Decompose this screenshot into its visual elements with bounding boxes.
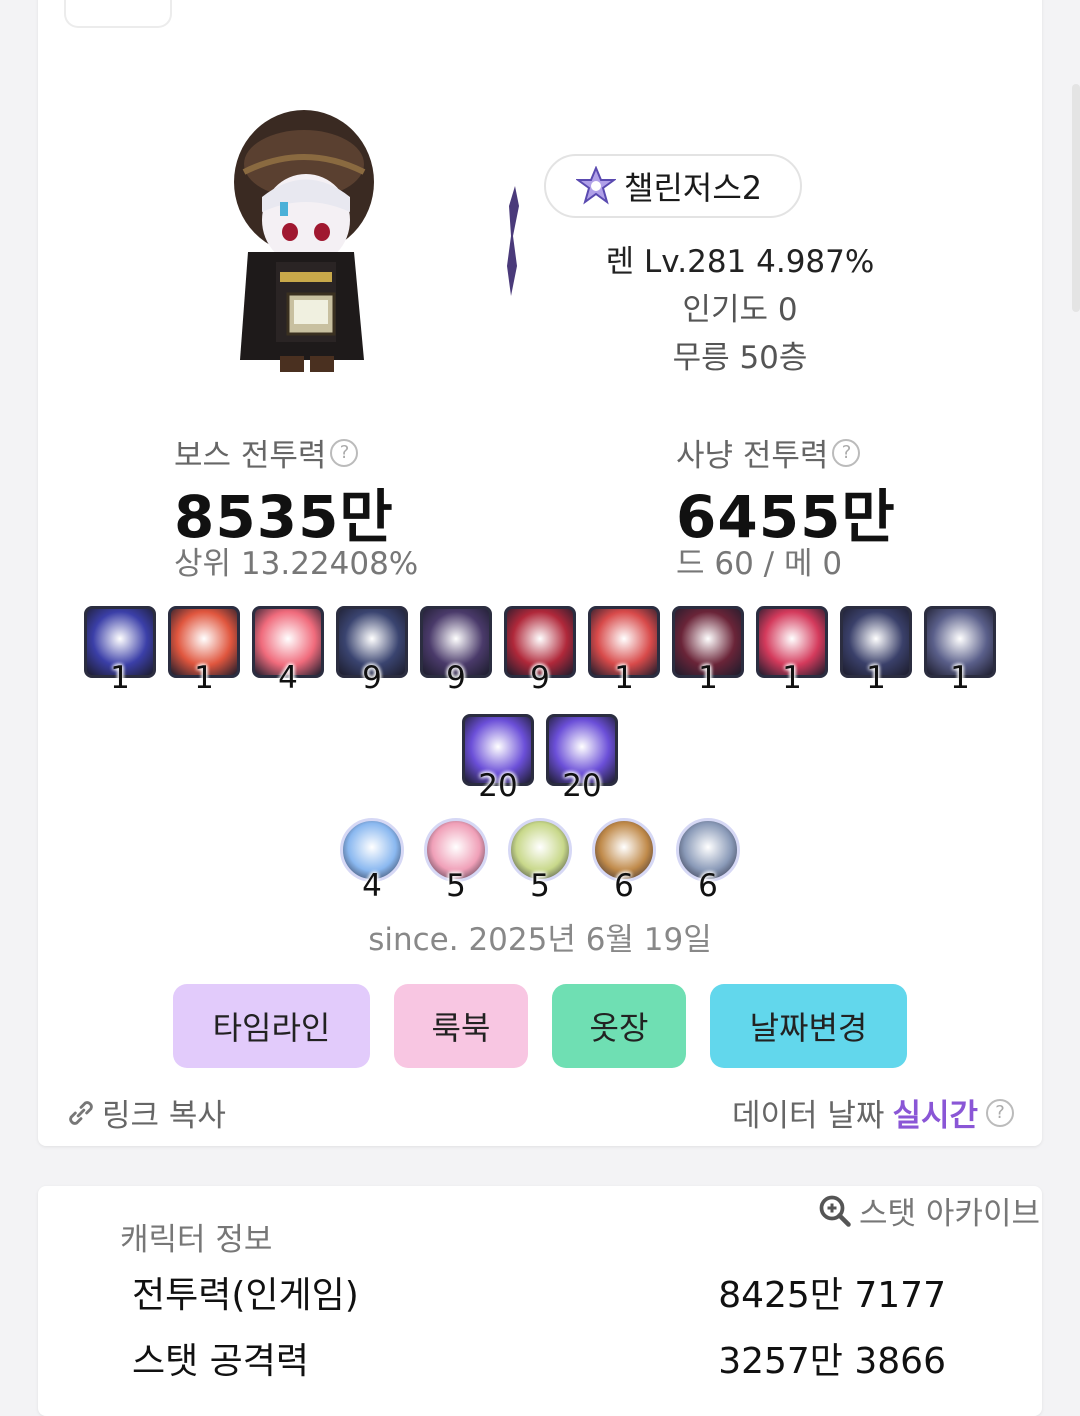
help-icon[interactable]: ?: [330, 438, 359, 467]
help-icon[interactable]: ?: [986, 1098, 1014, 1127]
data-date: 데이터 날짜 실시간 ?: [732, 1090, 1014, 1135]
data-date-value[interactable]: 실시간: [892, 1090, 978, 1135]
weapon-sprite: [507, 186, 519, 296]
skill-icon[interactable]: 1: [672, 606, 744, 696]
symbol-level: 6: [614, 868, 634, 904]
skill-row-hexa: 1 1 4 9 9 9 1 1 1 1 1: [84, 606, 996, 696]
zoom-in-icon: [819, 1195, 851, 1227]
skill-icon[interactable]: 1: [168, 606, 240, 696]
skill-level: 1: [194, 660, 214, 696]
skill-icon[interactable]: 1: [588, 606, 660, 696]
info-section-title: 캐릭터 정보: [120, 1222, 273, 1258]
tab-placeholder[interactable]: [64, 0, 172, 28]
boss-power-label: 보스 전투력 ?: [174, 430, 359, 475]
skill-level: 1: [950, 660, 970, 696]
level-info: 렌 Lv.281 4.987%: [605, 244, 875, 280]
skill-level: 4: [278, 660, 298, 696]
skill-level: 9: [446, 660, 466, 696]
skill-icon[interactable]: 1: [924, 606, 996, 696]
symbol-level: 5: [446, 868, 466, 904]
timeline-button[interactable]: 타임라인: [173, 984, 370, 1068]
symbol-icon[interactable]: 6: [588, 814, 660, 904]
info-row-value: 8425만 7177: [718, 1275, 946, 1316]
symbol-row: 4 5 5 6 6: [336, 814, 744, 904]
skill-icon[interactable]: 9: [420, 606, 492, 696]
skill-level: 20: [478, 768, 518, 804]
skill-icon[interactable]: 20: [462, 714, 534, 804]
info-row-value: 3257만 3866: [718, 1341, 946, 1382]
help-icon[interactable]: ?: [832, 438, 861, 467]
info-row-label: 스탯 공격력: [132, 1341, 310, 1382]
guild-emblem-icon: [576, 166, 616, 205]
guild-name: 챌린저스2: [624, 169, 763, 207]
skill-level: 9: [530, 660, 550, 696]
info-row-label: 전투력(인게임): [132, 1275, 359, 1316]
skill-icon[interactable]: 9: [504, 606, 576, 696]
link-copy-button[interactable]: 링크 복사: [64, 1090, 226, 1135]
skill-level: 1: [614, 660, 634, 696]
skill-row-origin: 20 20: [462, 714, 618, 804]
symbol-level: 5: [530, 868, 550, 904]
since-date: since. 2025년 6월 19일: [368, 922, 712, 958]
skill-icon[interactable]: 1: [840, 606, 912, 696]
closet-button[interactable]: 옷장: [552, 984, 686, 1068]
skill-icon[interactable]: 4: [252, 606, 324, 696]
symbol-level: 6: [698, 868, 718, 904]
scrollbar[interactable]: [1072, 84, 1080, 312]
skill-level: 1: [782, 660, 802, 696]
popularity: 인기도 0: [682, 292, 798, 328]
symbol-icon[interactable]: 5: [504, 814, 576, 904]
skill-icon[interactable]: 20: [546, 714, 618, 804]
stat-archive-link[interactable]: 스탯 아카이브: [817, 1188, 1040, 1233]
lookbook-button[interactable]: 룩북: [394, 984, 528, 1068]
guild-badge[interactable]: 챌린저스2: [544, 154, 802, 218]
hunt-power-label: 사냥 전투력 ?: [676, 430, 861, 475]
symbol-level: 4: [362, 868, 382, 904]
symbol-icon[interactable]: 6: [672, 814, 744, 904]
symbol-icon[interactable]: 5: [420, 814, 492, 904]
date-change-button[interactable]: 날짜변경: [710, 984, 907, 1068]
mureung-floor: 무릉 50층: [672, 340, 808, 376]
hunt-power-drop-meso: 드 60 / 메 0: [676, 546, 843, 582]
skill-icon[interactable]: 1: [84, 606, 156, 696]
skill-level: 20: [562, 768, 602, 804]
symbol-icon[interactable]: 4: [336, 814, 408, 904]
skill-icon[interactable]: 1: [756, 606, 828, 696]
skill-level: 1: [866, 660, 886, 696]
boss-power-rank: 상위 13.22408%: [174, 546, 419, 582]
character-avatar: [234, 110, 374, 372]
skill-level: 9: [362, 660, 382, 696]
skill-icon[interactable]: 9: [336, 606, 408, 696]
skill-level: 1: [110, 660, 130, 696]
link-icon: [69, 1100, 93, 1125]
skill-level: 1: [698, 660, 718, 696]
